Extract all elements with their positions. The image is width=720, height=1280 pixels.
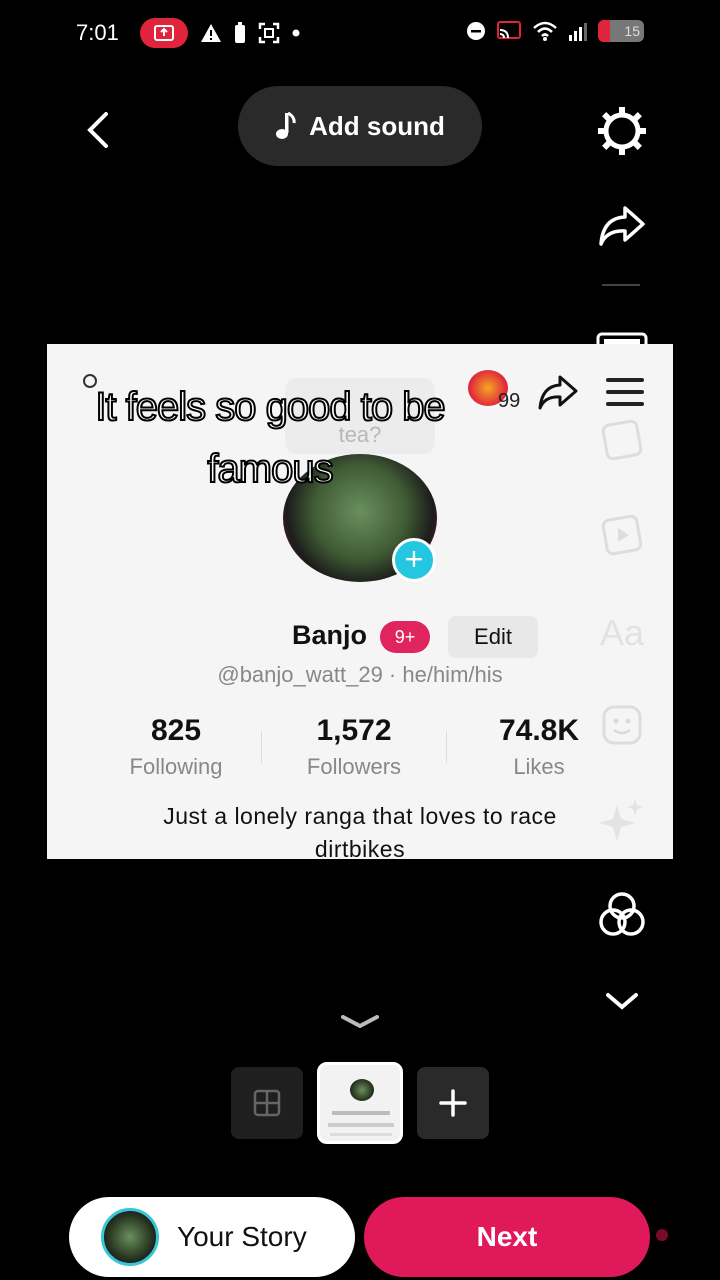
thumbnail-line [330,1133,392,1136]
dnd-icon [467,22,485,40]
stat-followers: 1,572 Followers [262,714,446,780]
emoji-sticker-button[interactable] [594,700,650,750]
add-sound-button[interactable]: Add sound [238,86,482,166]
screenshot-icon [258,22,280,44]
cast-icon [497,21,521,39]
text-button[interactable]: Aa [594,608,650,658]
share-button[interactable] [594,202,650,250]
stat-label: Followers [306,754,402,779]
status-right-icons: 15 [466,20,644,42]
filters-icon [599,892,645,936]
thumbnail-line [332,1111,390,1115]
drawer-handle-icon[interactable] [340,1014,380,1030]
chevron-down-icon [606,993,638,1010]
your-story-label: Your Story [177,1221,307,1252]
battery-icon: 15 [598,20,644,42]
status-left-icons [140,18,300,48]
filters-button[interactable] [594,888,650,942]
effects-icon [599,799,643,841]
more-tools-button[interactable] [594,984,650,1018]
warning-icon [201,24,221,42]
stats-row: 825 Following 1,572 Followers 74.8K Like… [91,714,631,780]
share-icon [599,206,645,246]
add-sound-label: Add sound [309,110,445,141]
profile-share-icon[interactable] [536,374,580,412]
stat-value: 825 [150,714,202,747]
stat-label: Following [129,754,223,779]
back-button[interactable] [80,108,120,152]
bio-line-1: Just a lonely ranga that loves to race [163,803,557,829]
grid-icon [253,1089,281,1117]
battery-level: 15 [624,23,640,39]
next-button[interactable]: Next [364,1197,650,1277]
add-clip-button[interactable] [417,1067,489,1139]
profile-bio: Just a lonely ranga that loves to race d… [120,800,600,866]
battery-saver-icon [235,22,245,43]
stat-value: 1,572 [316,714,392,747]
stat-following: 825 Following [91,714,261,780]
indicator-dot [656,1229,668,1241]
clip-icon [601,514,643,556]
signal-icon [569,23,587,41]
menu-icon[interactable] [606,378,644,406]
clip-button[interactable] [594,510,650,560]
your-story-button[interactable]: Your Story [69,1197,355,1277]
screen-record-icon [140,18,188,48]
effects-button[interactable] [594,792,650,848]
status-time: 7:01 [76,20,119,45]
plus-icon [439,1089,467,1117]
next-label: Next [476,1221,538,1252]
edit-profile-button[interactable]: Edit [448,616,538,658]
dot-icon [292,29,300,37]
text-icon: Aa [599,612,645,653]
sticker-button[interactable] [594,416,650,464]
settings-button[interactable] [594,104,650,158]
rail-divider [602,284,640,286]
add-story-plus-icon[interactable]: + [392,538,436,582]
settings-icon [598,107,646,155]
profile-name: Banjo [292,620,368,650]
grid-view-button[interactable] [231,1067,303,1139]
emoji-sticker-icon [602,705,642,745]
caption-line-2: famous [206,446,334,492]
caption-line-1: It feels so good to be [94,384,446,430]
chevron-left-icon [87,112,108,148]
story-avatar [101,1208,159,1266]
clip-thumbnail[interactable] [317,1062,403,1144]
sticker-icon [601,419,643,461]
notification-badge: 9+ [380,621,430,653]
bio-line-2: dirtbikes [314,836,406,862]
profile-handle: @banjo_watt_29 · he/him/his [217,662,503,687]
thumbnail-line [328,1123,394,1127]
wifi-icon [533,21,557,41]
caption-overlay[interactable]: It feels so good to be famous [0,376,540,500]
thumbnail-avatar [350,1079,374,1101]
music-note-icon [276,111,296,139]
stat-label: Likes [513,754,565,779]
